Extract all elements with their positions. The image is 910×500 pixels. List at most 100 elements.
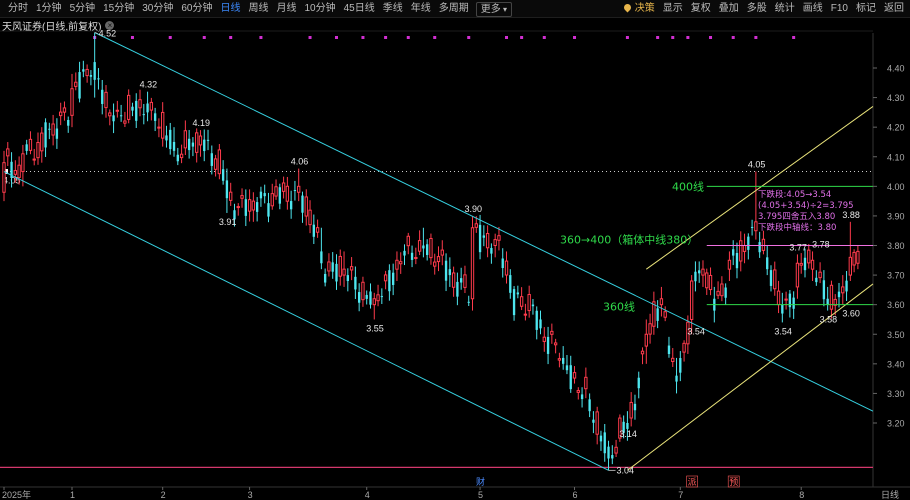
price-label: 3.55 [366,323,384,333]
candle-body-down [694,271,697,282]
candle-body-up [59,111,63,117]
y-tick-label: 4.10 [887,152,905,162]
candle-body-up [504,260,509,276]
candle-body-down [422,245,425,249]
candle-body-up [810,259,815,270]
y-tick-label: 3.90 [887,211,905,221]
candle-body-down [331,262,334,272]
annotation-line: 下跌段:4.05→3.54 [758,189,831,200]
event-dot [754,36,758,39]
candle-body-up [115,109,120,112]
event-marker: 派 [688,477,697,488]
y-tick-label: 3.60 [887,300,905,310]
candle-body-down [293,190,297,192]
candle-body-down [531,304,535,307]
candle-body-up [852,251,856,266]
candle-body-up [848,256,853,276]
candle-body-down [365,294,368,299]
event-dot [573,36,577,39]
candle-body-down [837,291,841,298]
candle-body-up [28,138,33,151]
candle-body-up [297,185,301,193]
candle-body-down [142,114,145,116]
price-label: 4.19 [192,118,210,128]
candle-body-up [62,107,67,113]
y-tick-label: 4.40 [887,64,905,74]
candle-body-up [856,250,860,264]
candle-body-up [315,227,320,233]
candle-body-down [781,304,784,314]
candle-body-down [815,277,818,283]
candle-body-down [603,432,606,454]
candle-body-up [773,269,777,290]
x-tick-label: 7 [678,490,683,500]
event-dot [229,36,233,39]
candlestick-chart[interactable]: 4.40 4.30 4.20 4.10 4.00 3.90 3.80 3.70 3.60 3.50… [0,0,910,500]
candle-body-down [482,235,486,238]
candle-body-down [388,270,391,292]
candle-body-down [67,119,70,126]
candle-body-down [599,435,603,442]
candle-body-down [750,226,754,228]
candle-body-up [70,88,74,116]
candle-body-down [410,252,414,260]
event-dot [168,36,172,39]
event-dot [542,36,546,39]
candle-body-up [807,249,811,264]
event-dot [709,36,713,39]
candle-body-down [425,244,429,255]
candle-body-down [278,187,281,204]
candle-body-up [550,330,554,335]
candle-body-down [225,180,229,199]
candle-body-up [701,268,705,276]
candle-body-up [40,132,44,152]
candle-body-up [161,111,165,139]
y-tick-label: 4.00 [887,182,905,192]
candle-body-down [210,153,213,166]
y-tick-label: 4.30 [887,93,905,103]
price-label: 3.54 [774,326,792,336]
event-dot [433,36,437,39]
candle-body-up [527,294,531,312]
candle-body-up [799,262,803,266]
level-label-360: 360线 [603,300,635,314]
candle-body-up [183,130,188,149]
candle-body-up [198,135,203,146]
candle-body-up [429,237,433,259]
candle-body-up [342,268,346,276]
candle-body-up [51,123,55,136]
candle-body-down [607,446,610,459]
candle-body-up [349,266,354,271]
event-dot [130,36,134,39]
candle-body-up [85,68,89,77]
candle-body-down [444,260,448,281]
candle-body-down [766,257,769,270]
candle-body-down [312,224,315,237]
event-dot [467,36,471,39]
event-dot [406,36,410,39]
candle-body-up [644,333,648,347]
candle-body-down [101,89,104,104]
x-tick-label: 3 [248,490,253,500]
candle-body-down [546,336,550,354]
candle-body-up [308,209,312,226]
candle-body-down [478,224,482,253]
candle-body-down [89,75,93,77]
candle-body-up [829,284,834,310]
candle-body-up [281,182,286,192]
candle-body-down [675,375,678,382]
price-label: 4.05 [748,160,766,170]
candle-body-down [580,394,584,400]
event-dot [334,36,338,39]
price-label: 4.06 [291,157,309,167]
candle-body-down [187,138,191,151]
candle-body-down [335,263,338,282]
candle-body-down [633,403,637,411]
level-label-400: 400线 [672,179,704,193]
candle-body-down [119,115,123,117]
candle-body-up [708,274,713,291]
candle-body-down [263,193,266,197]
annotation-line: 下跌段中轴线：3.80 [758,222,836,233]
candle-body-up [648,323,652,335]
candle-body-down [369,291,372,305]
